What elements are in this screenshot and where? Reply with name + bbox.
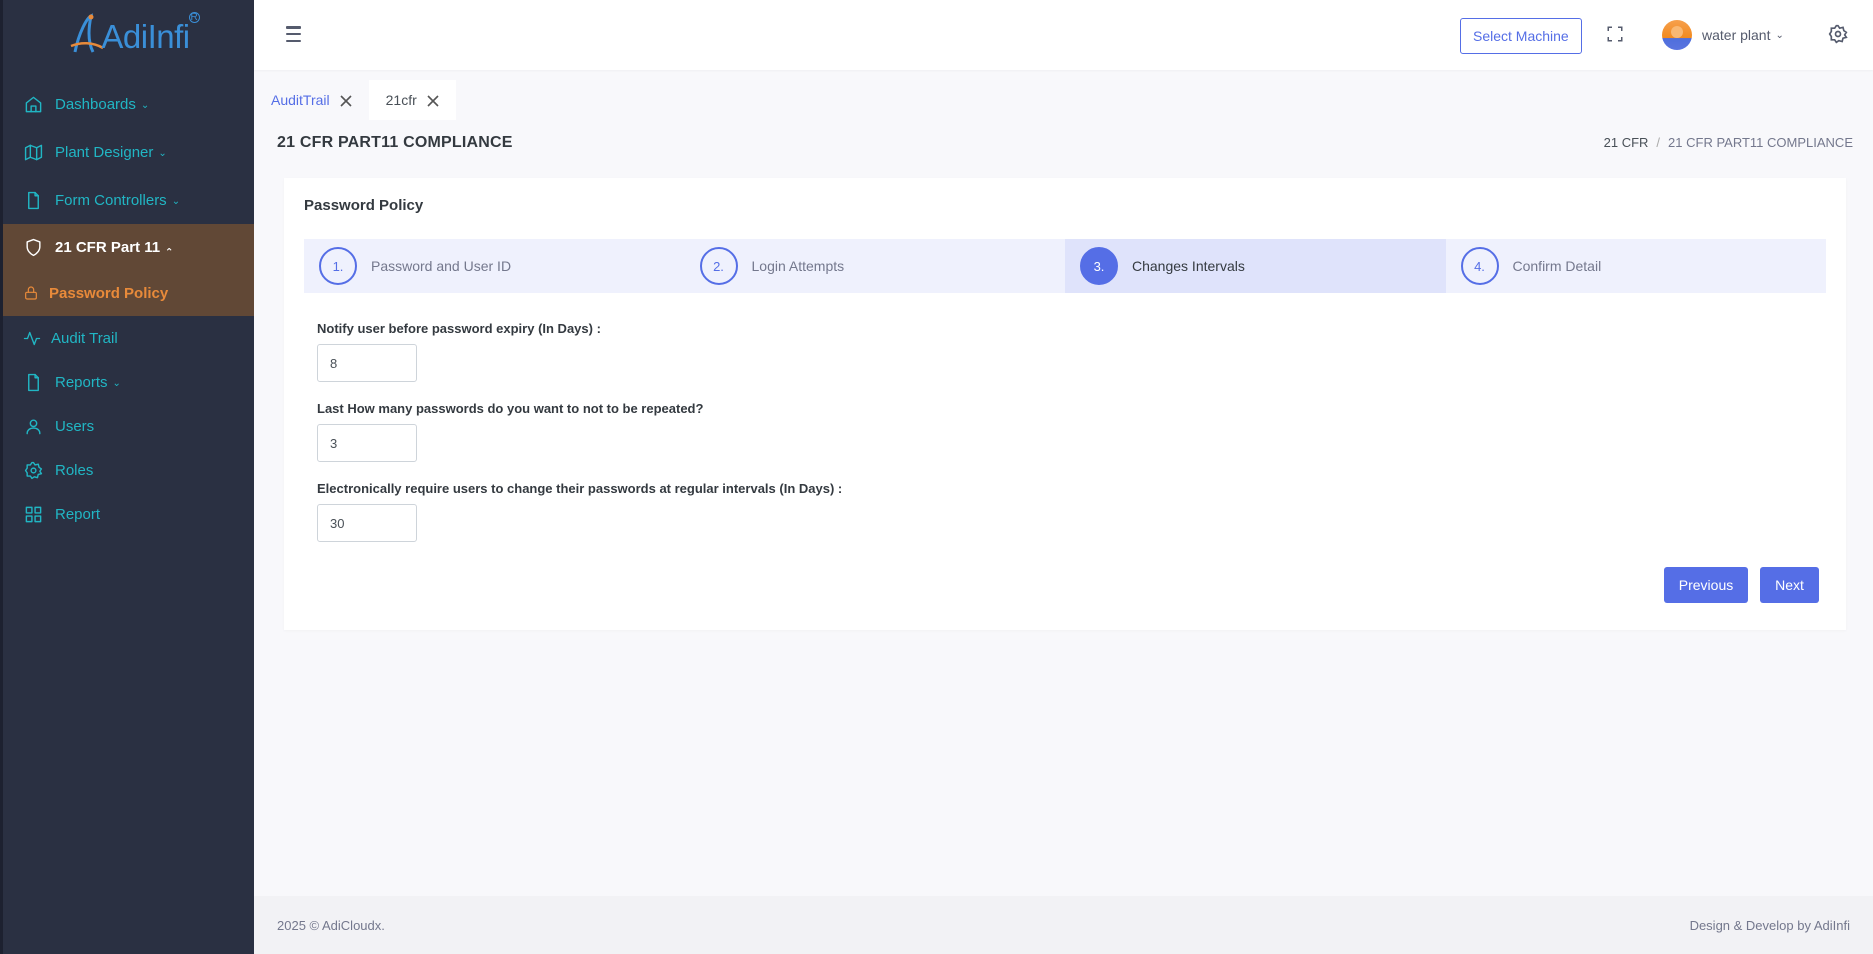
step-confirm-detail[interactable]: 4. Confirm Detail <box>1445 239 1826 293</box>
gear-icon <box>23 460 43 480</box>
registered-mark: R <box>188 12 200 23</box>
password-history-input[interactable] <box>317 424 417 462</box>
chevron-down-icon: ⌄ <box>140 99 150 111</box>
close-icon[interactable] <box>427 94 439 107</box>
password-history-field-group: Last How many passwords do you want to n… <box>317 401 703 462</box>
notify-expiry-field-group: Notify user before password expiry (In D… <box>317 321 601 382</box>
sidebar-item-plant-designer[interactable]: Plant Designer ⌄ <box>3 128 254 176</box>
step-changes-intervals[interactable]: 3. Changes Intervals <box>1065 239 1446 293</box>
user-icon <box>23 416 43 436</box>
change-interval-label: Electronically require users to change t… <box>317 481 843 496</box>
home-icon <box>23 94 43 114</box>
previous-button[interactable]: Previous <box>1664 567 1748 603</box>
sidebar-item-label: Reports <box>55 373 108 391</box>
chevron-up-icon: ⌄ <box>165 244 174 256</box>
chevron-down-icon: ⌄ <box>158 147 167 159</box>
step-login-attempts[interactable]: 2. Login Attempts <box>684 239 1065 293</box>
user-name: water plant <box>1702 27 1771 43</box>
chevron-down-icon: ⌄ <box>112 377 121 389</box>
lock-icon <box>23 285 39 301</box>
hamburger-menu-icon[interactable] <box>286 24 306 44</box>
page-tabs: AuditTrail 21cfr <box>254 80 456 120</box>
gear-icon[interactable] <box>1828 24 1848 44</box>
sidebar-item-21cfr-part11[interactable]: 21 CFR Part 11 ⌄ <box>3 224 254 270</box>
sidebar-item-label: Roles <box>55 461 94 479</box>
breadcrumb: 21 CFR / 21 CFR PART11 COMPLIANCE <box>1604 135 1853 150</box>
notify-expiry-label: Notify user before password expiry (In D… <box>317 321 601 336</box>
sidebar-item-label: Users <box>55 417 95 435</box>
step-number: 2. <box>699 247 738 285</box>
topbar: Select Machine water plant ⌄ <box>254 0 1873 70</box>
change-interval-field-group: Electronically require users to change t… <box>317 481 842 542</box>
step-number: 1. <box>319 247 357 285</box>
close-icon[interactable] <box>340 94 352 107</box>
footer: 2025 © AdiCloudx. Design & Develop by Ad… <box>254 896 1873 954</box>
tab-audittrail[interactable]: AuditTrail <box>254 80 369 120</box>
sidebar-item-label: Password Policy <box>49 284 169 302</box>
step-number: 4. <box>1460 247 1499 285</box>
sidebar-item-label: Plant Designer <box>55 143 154 161</box>
sidebar-item-dashboards[interactable]: Dashboards ⌄ <box>3 80 254 128</box>
sidebar-item-label: Audit Trail <box>51 329 118 347</box>
sidebar-item-reports[interactable]: Reports ⌄ <box>3 360 254 404</box>
tab-21cfr[interactable]: 21cfr <box>368 80 456 120</box>
sidebar-group-21cfr: 21 CFR Part 11 ⌄ Password Policy <box>3 224 254 316</box>
step-label: Password and User ID <box>371 258 512 274</box>
step-number: 3. <box>1080 247 1118 285</box>
sidebar-item-users[interactable]: Users <box>3 404 254 448</box>
step-password-and-user-id[interactable]: 1. Password and User ID <box>304 239 685 293</box>
brand-name: AdiInfi <box>101 18 190 55</box>
step-label: Changes Intervals <box>1132 258 1245 274</box>
step-label: Confirm Detail <box>1512 258 1602 274</box>
password-policy-card: Password Policy 1. Password and User ID … <box>284 178 1846 630</box>
sidebar-item-label: Dashboards <box>55 95 136 113</box>
sidebar-nav: Dashboards ⌄ Plant Designer ⌄ Form Contr… <box>3 80 254 536</box>
next-button[interactable]: Next <box>1760 567 1819 603</box>
step-label: Login Attempts <box>751 258 845 274</box>
brand-logo[interactable]: AdiInfi R <box>3 0 254 70</box>
password-history-label: Last How many passwords do you want to n… <box>317 401 704 416</box>
map-icon <box>23 142 43 162</box>
sidebar-item-report[interactable]: Report <box>3 492 254 536</box>
sidebar-item-label: Form Controllers <box>55 191 167 209</box>
file-icon <box>23 372 43 392</box>
breadcrumb-item[interactable]: 21 CFR <box>1604 135 1649 150</box>
select-machine-button[interactable]: Select Machine <box>1460 18 1582 54</box>
change-interval-input[interactable] <box>317 504 417 542</box>
grid-icon <box>23 504 43 524</box>
sidebar-item-audit-trail[interactable]: Audit Trail <box>3 316 254 360</box>
activity-icon <box>23 328 41 348</box>
fullscreen-icon[interactable] <box>1606 25 1624 43</box>
page-title: 21 CFR PART11 COMPLIANCE <box>277 134 513 151</box>
chevron-down-icon: ⌄ <box>171 195 181 207</box>
breadcrumb-separator: / <box>1656 135 1661 150</box>
footer-credit: Design & Develop by AdiInfi <box>1689 917 1850 933</box>
notify-expiry-input[interactable] <box>317 344 417 382</box>
avatar <box>1662 20 1692 50</box>
sidebar-item-label: Report <box>55 505 101 523</box>
sidebar-item-label: 21 CFR Part 11 <box>55 238 161 256</box>
chevron-down-icon: ⌄ <box>1775 29 1784 41</box>
footer-copyright: 2025 © AdiCloudx. <box>277 917 385 933</box>
user-menu[interactable]: water plant ⌄ <box>1662 20 1784 50</box>
tab-label: AuditTrail <box>271 92 330 108</box>
sidebar: AdiInfi R Dashboards ⌄ Plant Designer ⌄ … <box>0 0 254 954</box>
tab-label: 21cfr <box>385 92 417 108</box>
wizard-steps: 1. Password and User ID 2. Login Attempt… <box>304 239 1826 293</box>
shield-icon <box>23 237 43 257</box>
breadcrumb-current: 21 CFR PART11 COMPLIANCE <box>1668 135 1853 150</box>
card-title: Password Policy <box>304 197 424 214</box>
file-icon <box>23 190 43 210</box>
sidebar-item-password-policy[interactable]: Password Policy <box>3 270 254 316</box>
sidebar-item-roles[interactable]: Roles <box>3 448 254 492</box>
sidebar-item-form-controllers[interactable]: Form Controllers ⌄ <box>3 176 254 224</box>
